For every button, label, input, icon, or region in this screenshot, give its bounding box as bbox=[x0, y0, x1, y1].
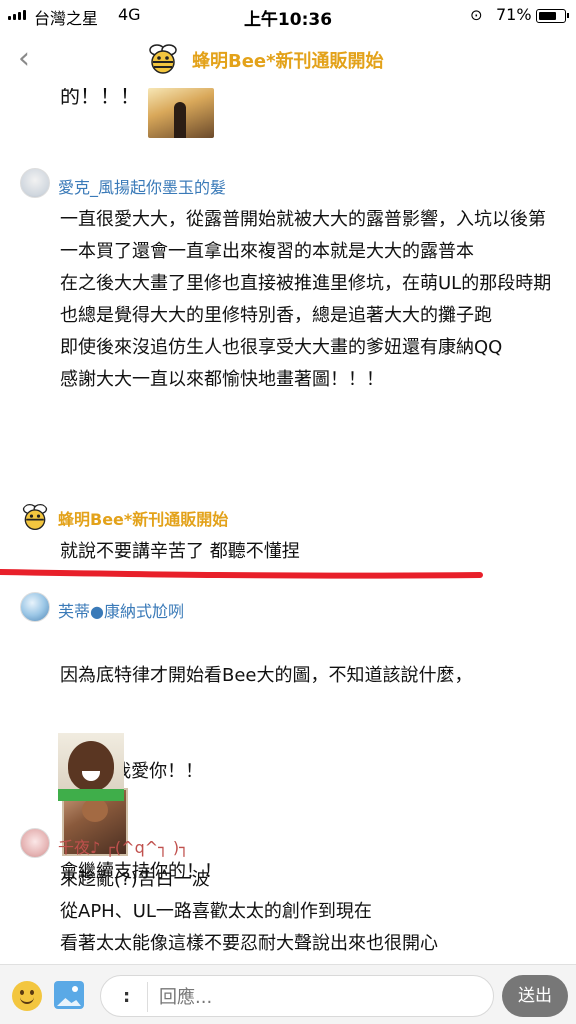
avatar[interactable] bbox=[20, 592, 50, 622]
battery-percentage: 71% bbox=[496, 5, 532, 24]
comment-text: 來趁亂(?)告白一波 從APH、UL一路喜歡太太的創作到現在 看著太太能像這樣不… bbox=[60, 869, 438, 954]
emoji-icon[interactable] bbox=[12, 981, 42, 1011]
status-bar: 台灣之星 4G 上午10:36 ⊙ 71% bbox=[0, 0, 576, 32]
reply-input[interactable] bbox=[159, 984, 479, 1010]
nav-bar: ‹ 蜂明Bee*新刊通販開始 bbox=[0, 32, 576, 88]
comment-list[interactable]: 的！！！ 愛克_風揚起你墨玉的髮 一直很愛大大，從露普開始就被大大的露普影響，入… bbox=[0, 88, 576, 964]
comment-author[interactable]: 愛克_風揚起你墨玉的髮 bbox=[58, 174, 226, 198]
divider bbox=[147, 982, 148, 1012]
clock: 上午10:36 bbox=[243, 10, 333, 30]
comment-text: 一直很愛大大，從露普開始就被大大的露普影響，入坑以後第一本買了還會一直拿出來複習… bbox=[60, 209, 552, 390]
bee-avatar-icon bbox=[149, 44, 177, 74]
comment-text-line: 因為底特律才開始看Bee大的圖，不知道該說什麼， bbox=[60, 665, 473, 686]
kaomoji-button[interactable]: : bbox=[123, 986, 130, 1007]
send-button[interactable]: 送出 bbox=[502, 975, 568, 1017]
orientation-lock-icon: ⊙ bbox=[470, 6, 483, 24]
page-title: 蜂明Bee*新刊通販開始 bbox=[192, 51, 384, 72]
comment-author[interactable]: 蜂明Bee*新刊通販開始 bbox=[58, 506, 228, 530]
comment-author[interactable]: 千夜♪ ┌(^q^┐ )┐ bbox=[58, 834, 189, 858]
comment-text: 就說不要講辛苦了 都聽不懂捏 bbox=[60, 541, 300, 562]
reaction-photo-image[interactable] bbox=[58, 733, 124, 801]
comment-author[interactable]: 芙蒂●康納式尬咧 bbox=[58, 598, 184, 622]
battery-icon bbox=[536, 9, 569, 23]
previous-comment-tail: 的！！！ bbox=[60, 88, 140, 108]
image-icon[interactable] bbox=[54, 981, 84, 1009]
avatar[interactable] bbox=[20, 828, 50, 858]
avatar[interactable] bbox=[20, 168, 50, 198]
red-underline-annotation bbox=[0, 569, 483, 579]
back-chevron-icon[interactable]: ‹ bbox=[18, 44, 30, 74]
sticker-image[interactable] bbox=[148, 88, 214, 138]
bee-avatar-icon[interactable] bbox=[20, 502, 50, 532]
reply-field[interactable]: : bbox=[100, 975, 494, 1017]
reply-bar: : 送出 bbox=[0, 964, 576, 1024]
